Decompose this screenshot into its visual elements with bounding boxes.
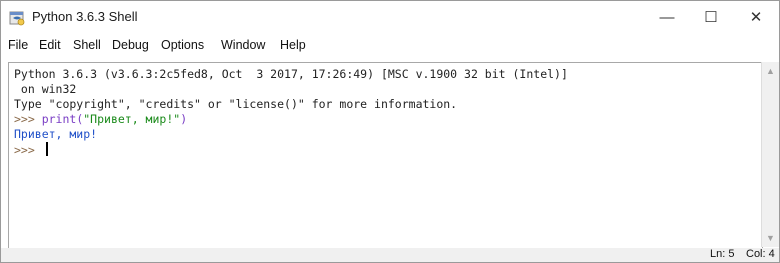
- shell-prompt: >>>: [14, 143, 42, 157]
- close-button[interactable]: ✕: [734, 1, 778, 33]
- shell-prompt: >>>: [14, 112, 42, 126]
- menu-debug[interactable]: Debug: [112, 38, 149, 52]
- menu-file[interactable]: File: [8, 38, 28, 52]
- command-line: >>> print("Привет, мир!"): [14, 112, 187, 126]
- builtin-print: print(: [41, 112, 84, 126]
- status-line: Ln: 5: [710, 248, 735, 260]
- menu-window[interactable]: Window: [221, 38, 265, 52]
- shell-text-area[interactable]: Python 3.6.3 (v3.6.3:2c5fed8, Oct 3 2017…: [8, 62, 763, 249]
- scroll-up-icon[interactable]: ▲: [762, 64, 779, 78]
- menu-help[interactable]: Help: [280, 38, 306, 52]
- maximize-button[interactable]: ☐: [689, 1, 733, 33]
- status-bar: Ln: 5 Col: 4: [1, 248, 779, 262]
- menu-options[interactable]: Options: [161, 38, 204, 52]
- banner-line: Python 3.6.3 (v3.6.3:2c5fed8, Oct 3 2017…: [14, 67, 568, 81]
- menu-bar: File Edit Shell Debug Options Window Hel…: [1, 35, 779, 57]
- vertical-scrollbar[interactable]: ▲ ▼: [761, 62, 779, 247]
- text-cursor: [45, 142, 48, 156]
- close-paren: ): [180, 112, 188, 126]
- output-line: Привет, мир!: [14, 127, 98, 141]
- scroll-down-icon[interactable]: ▼: [762, 231, 779, 245]
- banner-line: Type "copyright", "credits" or "license(…: [14, 97, 458, 111]
- current-prompt-line[interactable]: >>>: [14, 142, 48, 157]
- window-title: Python 3.6.3 Shell: [32, 9, 138, 24]
- status-column: Col: 4: [746, 248, 775, 260]
- idle-shell-window: Python 3.6.3 Shell — ☐ ✕ File Edit Shell…: [0, 0, 780, 263]
- banner-line: on win32: [14, 82, 77, 96]
- minimize-button[interactable]: —: [645, 1, 689, 33]
- string-literal: "Привет, мир!": [83, 112, 181, 126]
- title-bar[interactable]: Python 3.6.3 Shell — ☐ ✕: [1, 1, 779, 33]
- menu-edit[interactable]: Edit: [39, 38, 61, 52]
- menu-shell[interactable]: Shell: [73, 38, 101, 52]
- python-shell-icon: [9, 10, 25, 26]
